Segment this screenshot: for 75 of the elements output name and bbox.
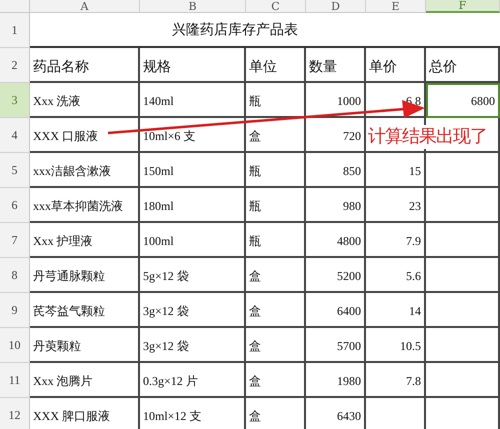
table-cell: 100ml <box>140 223 246 258</box>
table-cell: 6400 <box>306 293 366 328</box>
row-header[interactable]: 2 <box>0 48 30 83</box>
table-cell: 23 <box>366 188 426 223</box>
column-heading: 数量 <box>306 48 366 83</box>
table-cell: 盒 <box>246 398 306 429</box>
table-cell: 140ml <box>140 83 246 118</box>
table-cell: 丹芎通脉颗粒 <box>30 258 140 293</box>
column-heading: 单位 <box>246 48 306 83</box>
table-cell: 10.5 <box>366 328 426 363</box>
row-header[interactable]: 7 <box>0 223 30 258</box>
table-cell: 5g×12 袋 <box>140 258 246 293</box>
row-header[interactable]: 3 <box>0 83 30 118</box>
corner-cell[interactable] <box>0 0 30 13</box>
sheet-title: 兴隆药店库存产品表 <box>30 13 500 48</box>
table-cell: 3g×12 袋 <box>140 293 246 328</box>
table-cell: 盒 <box>246 258 306 293</box>
column-header[interactable]: B <box>140 0 246 13</box>
table-cell: 芪芩益气颗粒 <box>30 293 140 328</box>
table-cell: 1980 <box>306 363 366 398</box>
column-header[interactable]: C <box>246 0 306 13</box>
column-header[interactable]: E <box>366 0 426 13</box>
row-header[interactable]: 5 <box>0 153 30 188</box>
table-cell: 15 <box>366 153 426 188</box>
table-cell: xxx草本抑菌洗液 <box>30 188 140 223</box>
column-heading: 单价 <box>366 48 426 83</box>
table-cell: 6430 <box>306 398 366 429</box>
row-header[interactable]: 10 <box>0 328 30 363</box>
table-cell: xxx洁龈含漱液 <box>30 153 140 188</box>
table-cell: 14 <box>366 293 426 328</box>
table-cell: 盒 <box>246 363 306 398</box>
table-cell: XXX 脾口服液 <box>30 398 140 429</box>
table-cell: 720 <box>306 118 366 153</box>
table-cell: 盒 <box>246 293 306 328</box>
table-cell: 0.3g×12 片 <box>140 363 246 398</box>
table-cell: 瓶 <box>246 188 306 223</box>
table-cell: Xxx 洗液 <box>30 83 140 118</box>
column-header[interactable]: F <box>426 0 500 13</box>
table-cell: Xxx 护理液 <box>30 223 140 258</box>
table-cell: 盒 <box>246 328 306 363</box>
table-cell: 5700 <box>306 328 366 363</box>
row-header[interactable]: 1 <box>0 13 30 48</box>
table-cell: Xxx 泡腾片 <box>30 363 140 398</box>
table-cell: 瓶 <box>246 223 306 258</box>
table-cell: 10ml×12 支 <box>140 398 246 429</box>
table-cell: 4800 <box>306 223 366 258</box>
table-cell: 980 <box>306 188 366 223</box>
table-cell: 瓶 <box>246 153 306 188</box>
selected-cell[interactable]: 6800 <box>426 83 500 118</box>
row-header[interactable]: 8 <box>0 258 30 293</box>
row-header[interactable]: 11 <box>0 363 30 398</box>
column-header[interactable]: D <box>306 0 366 13</box>
row-header[interactable]: 9 <box>0 293 30 328</box>
table-cell: 5200 <box>306 258 366 293</box>
table-cell: 5.6 <box>366 258 426 293</box>
table-cell: 1000 <box>306 83 366 118</box>
table-cell: 10ml×6 支 <box>140 118 246 153</box>
table-cell: 3g×12 袋 <box>140 328 246 363</box>
table-cell: 180ml <box>140 188 246 223</box>
column-heading: 药品名称 <box>30 48 140 83</box>
row-header[interactable]: 6 <box>0 188 30 223</box>
table-cell: 150ml <box>140 153 246 188</box>
table-cell: 瓶 <box>246 83 306 118</box>
table-cell: 7.9 <box>366 223 426 258</box>
column-heading: 总价 <box>426 48 500 83</box>
table-cell: 丹萸颗粒 <box>30 328 140 363</box>
row-header[interactable]: 12 <box>0 398 30 429</box>
column-header[interactable]: A <box>30 0 140 13</box>
table-cell: 盒 <box>246 118 306 153</box>
annotation-text: 计算结果出现了 <box>368 125 487 149</box>
table-cell: XXX 口服液 <box>30 118 140 153</box>
table-cell: 850 <box>306 153 366 188</box>
column-heading: 规格 <box>140 48 246 83</box>
table-cell: 7.8 <box>366 363 426 398</box>
row-header[interactable]: 4 <box>0 118 30 153</box>
